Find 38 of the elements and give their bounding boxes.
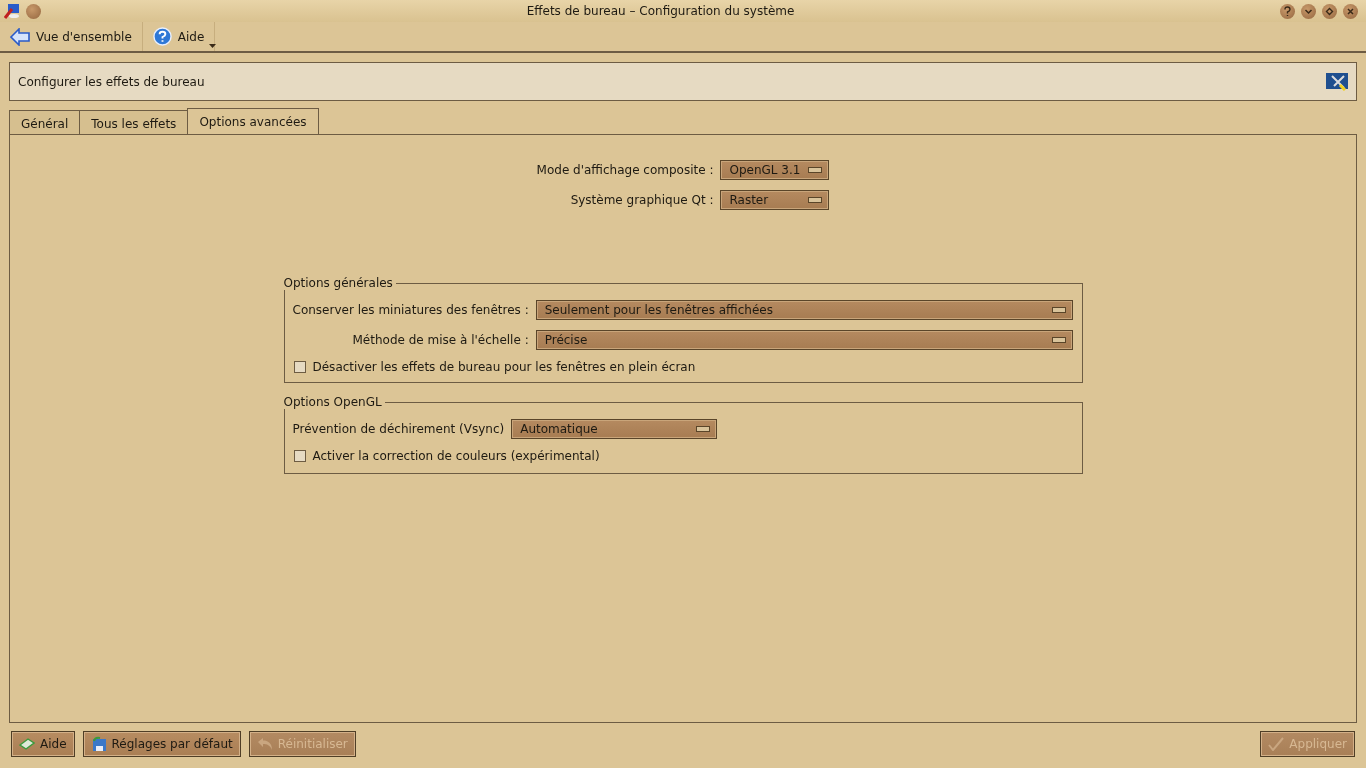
tools-icon (1326, 72, 1348, 91)
toolbar-button[interactable]: Vue d'ensemble (0, 22, 143, 51)
back-arrow-icon (10, 27, 30, 46)
dropdown[interactable]: Seulement pour les fenêtres affichées (535, 300, 1073, 320)
help-button[interactable] (1280, 3, 1295, 19)
checkmark-icon (1268, 737, 1285, 751)
group-title: Options OpenGL (283, 395, 385, 409)
help-icon (152, 27, 172, 46)
dialog-button[interactable]: Réglages par défaut (82, 731, 241, 757)
checkbox-label: Désactiver les effets de bureau pour les fenêtres en plein écran (312, 360, 696, 374)
close-button[interactable] (1343, 3, 1358, 19)
dropdown[interactable]: OpenGL 3.1 (720, 160, 830, 180)
group-title: Options générales (283, 276, 396, 290)
maximize-button[interactable] (1322, 3, 1337, 19)
app-icon (4, 3, 20, 19)
toolbar-button[interactable]: Aide (142, 22, 216, 51)
setting-label: Méthode de mise à l'échelle : (352, 333, 529, 347)
setting-label: Conserver les miniatures des fenêtres : (292, 303, 529, 317)
tab[interactable]: Tous les effets (79, 110, 189, 134)
checkbox[interactable] (293, 450, 306, 462)
setting-label: Système graphique Qt : (570, 193, 714, 207)
checkbox-label: Activer la correction de couleurs (expérimental) (312, 449, 600, 463)
header-title: Configurer les effets de bureau (18, 74, 205, 89)
book-icon (19, 737, 35, 751)
checkbox[interactable] (293, 361, 306, 373)
minimize-button[interactable] (1301, 3, 1316, 19)
dropdown[interactable]: Précise (535, 330, 1073, 350)
window-title: Effets de bureau – Configuration du système (525, 4, 796, 18)
tab[interactable]: Général (9, 110, 81, 134)
undo-arrow-icon (256, 737, 273, 751)
dialog-button[interactable]: Aide (11, 731, 75, 757)
setting-label: Mode d'affichage composite : (536, 163, 714, 177)
dropdown[interactable]: Automatique (511, 419, 718, 439)
dropdown[interactable]: Raster (720, 190, 830, 210)
tab[interactable]: Options avancées (187, 108, 319, 134)
help-icon (1281, 4, 1294, 18)
window-menu-button[interactable] (26, 3, 41, 19)
setting-label: Prévention de déchirement (Vsync) (292, 422, 505, 436)
